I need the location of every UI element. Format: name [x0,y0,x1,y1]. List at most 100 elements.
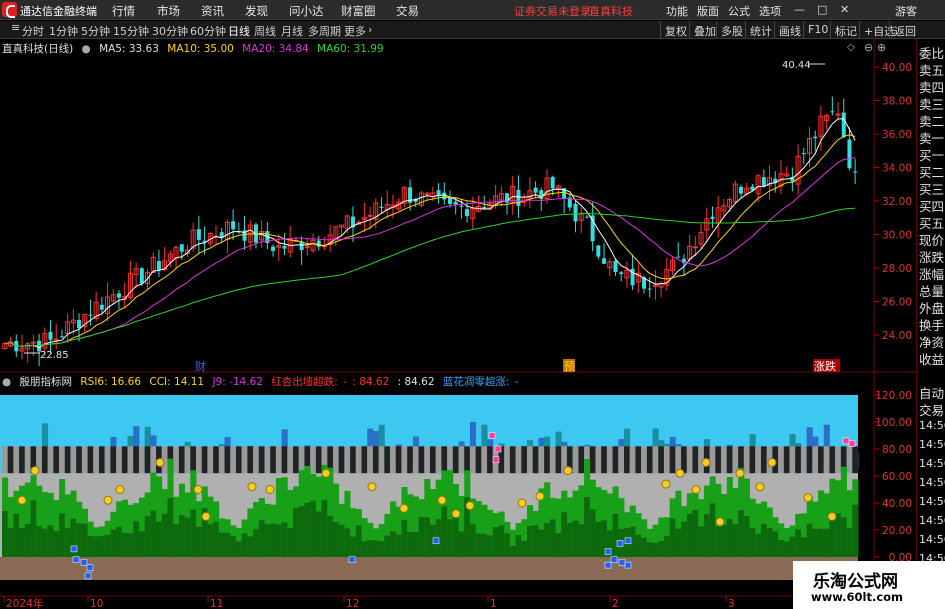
candle-body-down [550,177,555,189]
candle-body-down [596,245,601,257]
period-daily[interactable]: 日线 [228,23,250,39]
legend-ma60: MA60: 31.99 [317,43,384,55]
apple-marker-icon [115,485,125,494]
period-fenshi[interactable]: 分时 [22,23,44,39]
indicator-gray-band [612,446,619,474]
indicator-darkgreen-bar [2,511,9,557]
period-15min[interactable]: 15分钟 [113,23,149,39]
indicator-darkgreen-bar [355,525,362,557]
tick-time: 14:56 [919,514,945,527]
indicator-darkgreen-bar [390,531,397,557]
candle-body-down [459,205,464,207]
menu-item-wenxiaoda[interactable]: 问小达 [289,3,324,19]
indicator-toggle-icon[interactable]: ● [2,376,11,388]
indicator-gray-band [538,446,545,474]
apple-marker-icon [735,468,745,478]
indicator-darkgreen-bar [378,541,385,557]
menu-item-banmian[interactable]: 版面 [697,3,719,19]
apple-marker-icon [701,458,711,467]
kline-title: 直真科技(日线) [2,43,74,55]
period-5min[interactable]: 5分钟 [81,23,110,39]
btn-duogu[interactable]: 多股 [716,21,747,38]
candle-body-down [442,192,447,200]
zoom-out-icon[interactable]: ⊖ [864,41,873,54]
indicator-darkgreen-bar [452,512,459,557]
indicator-legend: ● 殷朋指标网 RSI6: 16.66 CCI: 14.11 J9: -14.6… [2,374,524,388]
period-60min[interactable]: 60分钟 [190,23,226,39]
indicator-gray-band [64,446,71,474]
indicator-gray-band [310,446,316,474]
indicator-darkgreen-bar [350,536,357,557]
diamond-icon[interactable]: ◇ [847,42,855,53]
blue-signal-icon [618,559,626,566]
watermark: 乐淘公式网 www.60lt.com [793,561,945,609]
menu-item-caifuquan[interactable]: 财富圈 [341,3,376,19]
toolbar-menu-icon[interactable]: ≡ [11,21,20,34]
indicator-darkgreen-bar [315,511,322,557]
indicator-gray-band [287,446,294,474]
maximize-icon[interactable]: □ [817,3,827,16]
period-1min[interactable]: 1分钟 [49,23,78,39]
btn-tongji[interactable]: 统计 [745,21,776,38]
indicator-darkgreen-bar [703,514,711,557]
menu-item-faxian[interactable]: 发现 [245,3,268,19]
indicator-gray-band [669,446,676,474]
btn-huaxian[interactable]: 画线 [774,21,805,38]
indicator-gray-band [646,446,653,474]
period-monthly[interactable]: 月线 [281,23,303,39]
apple-marker-icon [265,485,275,494]
menu-item-zixun[interactable]: 资讯 [201,3,224,19]
legend-toggle-icon[interactable]: ● [82,43,91,55]
indicator-darkgreen-bar [178,515,186,557]
candle-body-down [602,258,607,264]
menu-item-shichang[interactable]: 市场 [157,3,180,19]
indicator-darkgreen-bar [504,533,511,557]
period-30min[interactable]: 30分钟 [152,23,188,39]
btn-back[interactable]: 返回 [889,21,920,38]
candle-body-down [539,190,544,200]
indicator-darkgreen-bar [492,527,499,557]
login-warning[interactable]: 证券交易未登录 [514,3,591,19]
blue-signal-icon [624,561,632,569]
btn-f10[interactable]: F10 [803,21,832,38]
menu-item-gongneng[interactable]: 功能 [666,3,688,19]
indicator-gray-band [852,446,858,474]
indicator-darkgreen-bar [13,513,20,557]
indicator-darkgreen-bar [760,523,768,557]
indicator-darkgreen-bar [275,524,283,557]
auto-trade-label[interactable]: 交易 [919,400,944,419]
indicator-darkgreen-bar [190,509,197,557]
quote-label[interactable]: 收益 [919,349,944,368]
indicator-darkgreen-bar [87,535,94,557]
indicator-darkgreen-bar [264,524,271,557]
indicator-darkgreen-bar [726,518,733,557]
indicator-darkgreen-bar [304,502,311,557]
menu-item-hangqing[interactable]: 行情 [112,3,135,19]
period-multi[interactable]: 多周期 [308,23,341,39]
btn-biaoji[interactable]: 标记 [830,21,861,38]
indicator-gray-band [618,446,625,474]
indicator-darkgreen-bar [372,540,380,557]
menu-bar: 通达信金融终端 行情 市场 资讯 发现 问小达 财富圈 交易 证券交易未登录 直… [0,0,945,20]
btn-fuquan[interactable]: 复权 [660,21,691,38]
candle-body-down [710,216,715,219]
period-more[interactable]: 更多 [344,23,366,39]
apple-marker-icon [517,498,527,508]
minimize-icon[interactable]: — [794,3,805,16]
indicator-darkgreen-bar [133,521,140,557]
indicator-gray-band [469,446,476,474]
user-guest[interactable]: 游客 [895,3,917,19]
candle-body-down [77,320,82,329]
menu-item-xuanxiang[interactable]: 选项 [759,3,781,19]
indicator-darkgreen-bar [173,524,180,557]
candle-body-down [619,272,624,274]
stock-chart-canvas[interactable]: 40.00 38.00 36.00 34.00 32.00 30.00 28.00 26.00… [0,39,916,609]
candle-body-down [299,241,304,251]
zoom-in-icon[interactable]: ⊕ [877,41,886,54]
menu-item-gongshi[interactable]: 公式 [728,3,750,19]
more-chevron-icon[interactable]: › [368,23,372,36]
ma10-line [4,134,856,347]
close-icon[interactable]: ✕ [840,3,849,16]
menu-item-jiaoyi[interactable]: 交易 [396,3,419,19]
period-weekly[interactable]: 周线 [254,23,276,39]
